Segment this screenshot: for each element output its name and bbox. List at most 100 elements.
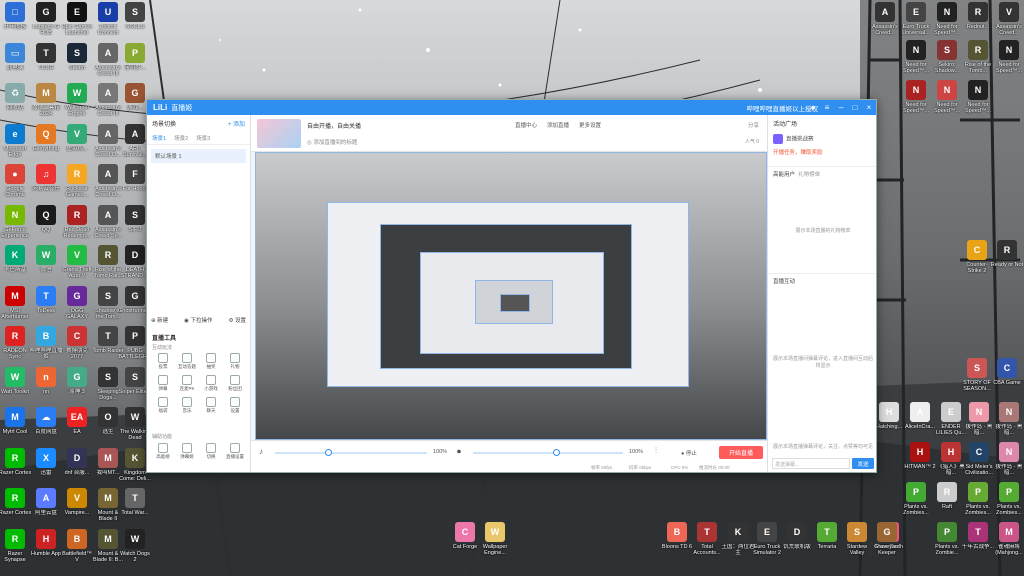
desktop-icon[interactable]: R Razer Cortex: [0, 488, 32, 522]
menu-icon[interactable]: ≡: [820, 100, 834, 115]
start-live-button[interactable]: 开始直播: [719, 446, 763, 459]
tool-item[interactable]: 抽奖: [199, 353, 223, 370]
desktop-icon[interactable]: A AliceInCra...: [903, 402, 937, 436]
room-link-1[interactable]: 直播中心: [515, 121, 537, 129]
tab-scene-3[interactable]: 场景3: [196, 134, 210, 142]
desktop-icon[interactable]: P Plants vs. Zombies...: [992, 482, 1024, 516]
desktop-icon[interactable]: N Need for Speed™...: [930, 2, 964, 36]
desktop-icon[interactable]: ▭ 此电脑: [0, 42, 32, 77]
send-button[interactable]: 发送: [852, 458, 874, 469]
desktop-icon[interactable]: ♻ 回收站: [0, 83, 32, 117]
desktop-icon[interactable]: W Wallpaper Engine...: [478, 522, 512, 556]
desktop-icon[interactable]: W Watt Toolkit: [0, 366, 32, 401]
desktop-icon[interactable]: T Total War...: [118, 488, 152, 522]
desktop-icon[interactable]: N GeForce Experience: [0, 204, 32, 239]
desktop-icon[interactable]: E Euro Truck Universal...: [899, 2, 933, 36]
mic-volume-knob[interactable]: [552, 449, 560, 456]
desktop-icon[interactable]: V Assassin's Creed...: [992, 2, 1024, 36]
desktop-icon[interactable]: R Razer Cortex: [0, 447, 32, 482]
desktop-icon[interactable]: A Assassin's Creed...: [868, 2, 902, 36]
tool-item[interactable]: 设置: [223, 397, 247, 414]
share-button[interactable]: 分享: [748, 121, 759, 129]
microphone-icon[interactable]: ⏺: [457, 447, 461, 457]
danmaku-input[interactable]: 发送弹幕...: [772, 458, 850, 469]
desktop-icon[interactable]: N 拔作岛 - 黑暗...: [962, 402, 996, 436]
dropdown-button[interactable]: ◉ 下拉操作: [184, 316, 212, 324]
desktop-icon[interactable]: M 雀魂麻将 (Mahjong...: [992, 522, 1024, 556]
desktop-icon[interactable]: M Mytrl Cool: [0, 407, 32, 441]
desktop-icon[interactable]: M 魔域工具箱 2024: [29, 83, 63, 117]
desktop-icon[interactable]: R Ready or Not: [990, 240, 1024, 274]
speaker-icon[interactable]: ♪: [259, 447, 263, 456]
desktop-icon[interactable]: M MSI Afterburner: [0, 285, 32, 320]
rank-subtitle[interactable]: 礼物榜单: [798, 172, 820, 178]
desktop-icon[interactable]: R Raft: [930, 482, 964, 516]
desktop-icon[interactable]: C 赛博朋克 2077: [60, 326, 94, 360]
desktop-icon[interactable]: P Plants vs. Zombies...: [961, 482, 995, 516]
desktop-icon[interactable]: H Humble App: [29, 528, 63, 563]
desktop-icon[interactable]: A 阿里云盘: [29, 488, 63, 522]
stop-button[interactable]: ● 停止: [681, 449, 697, 457]
desktop-icon[interactable]: ☁ 百度网盘: [29, 407, 63, 441]
desktop-icon[interactable]: e Microsoft Edge: [0, 123, 32, 158]
desktop-icon[interactable]: C Sid Meier's Civilizatio...: [962, 442, 996, 476]
activity-item-1[interactable]: 直播挑战赛: [768, 132, 876, 146]
tab-scene-1[interactable]: 场景1: [152, 134, 166, 142]
desktop-icon[interactable]: C Counter-Strike 2: [960, 240, 994, 274]
desktop-icon[interactable]: H HITMAN™ 2: [903, 442, 937, 476]
desktop-icon[interactable]: N 拔作岛 - 黑暗...: [992, 442, 1024, 476]
desktop-icon[interactable]: H Hatching...: [872, 402, 906, 436]
room-cover-thumbnail[interactable]: [257, 119, 301, 148]
desktop-icon[interactable]: G 原神 3: [60, 366, 94, 401]
mic-volume-slider[interactable]: [473, 449, 623, 456]
desktop-icon[interactable]: G OGG GALAXY: [60, 285, 94, 320]
tool-item[interactable]: 粉丝团: [223, 375, 247, 392]
desktop-icon[interactable]: EA EA: [60, 407, 94, 441]
desktop-icon[interactable]: S STORY OF SEASON...: [960, 358, 994, 392]
desktop-icon[interactable]: P Plants vs. Zombie...: [930, 522, 964, 556]
desktop-icon[interactable]: G Logitech G HUB: [29, 2, 63, 36]
tool-item[interactable]: 投票: [151, 353, 175, 370]
desktop-icon[interactable]: W Watch Dogs 2: [118, 528, 152, 563]
tool-item[interactable]: 礼物: [223, 353, 247, 370]
desktop-icon[interactable]: S Steam: [60, 42, 94, 77]
tool-item[interactable]: 连麦PK: [175, 375, 199, 392]
desktop-icon[interactable]: R Rockstar Games...: [60, 164, 94, 198]
desktop-icon[interactable]: R Razer Synapse: [0, 528, 32, 563]
desktop-icon[interactable]: N 拔作岛 - 黑暗...: [992, 402, 1024, 436]
desktop-icon[interactable]: E Euro Truck Simulator 2: [750, 522, 784, 556]
desktop-icon[interactable]: B 哔哩哔哩直播姬: [29, 326, 63, 360]
desktop-icon[interactable]: C Cat Forge: [448, 522, 482, 556]
add-scene-button[interactable]: + 添加: [228, 119, 245, 128]
desktop-icon[interactable]: R Redout...: [961, 2, 995, 36]
close-icon[interactable]: ×: [862, 100, 876, 115]
desktop-icon[interactable]: B Battlefield™ V: [60, 528, 94, 563]
desktop-icon[interactable]: D 饥荒联机版: [780, 522, 814, 556]
desktop-icon[interactable]: V Vampire...: [60, 488, 94, 522]
desktop-icon[interactable]: T TCUG: [29, 42, 63, 77]
desktop-icon[interactable]: N Need for Speed™...: [899, 80, 933, 114]
desktop-icon[interactable]: P 宝可梦...: [118, 42, 152, 77]
tool-item[interactable]: 音乐: [175, 397, 199, 414]
desktop-icon[interactable]: P Plants vs. Zombies...: [899, 482, 933, 516]
desktop-icon[interactable]: T ToDesk: [29, 285, 63, 320]
desktop-icon[interactable]: ● Google Chrome: [0, 164, 32, 198]
desktop-icon[interactable]: N Need for Speed™...: [930, 80, 964, 114]
desktop-volume-slider[interactable]: [275, 449, 427, 456]
tab-scene-2[interactable]: 场景2: [174, 134, 188, 142]
tool-item[interactable]: 弹幕: [151, 375, 175, 392]
room-subtitle[interactable]: ◎ 添加直播间的标题: [307, 138, 357, 146]
new-source-button[interactable]: ⊕ 新建: [151, 316, 168, 324]
desktop-icon[interactable]: N Need for Speed™...: [961, 80, 995, 114]
desktop-icon[interactable]: T 千年古战争...: [961, 522, 995, 556]
mixer-icon[interactable]: ⫶: [655, 446, 657, 456]
desktop-icon[interactable]: N Need for Speed™...: [899, 40, 933, 74]
desktop-icon[interactable]: Ddnf 台服...: [60, 447, 94, 482]
tool-item[interactable]: 弹幕姬: [175, 443, 199, 460]
tool-item[interactable]: 切换: [199, 443, 223, 460]
desktop-icon[interactable]: S Stardew Valley: [840, 522, 874, 556]
stream-preview[interactable]: [255, 152, 767, 440]
settings-button[interactable]: ⚙ 设置: [229, 316, 246, 324]
maximize-icon[interactable]: □: [848, 100, 862, 115]
tool-item[interactable]: 福袋: [151, 397, 175, 414]
